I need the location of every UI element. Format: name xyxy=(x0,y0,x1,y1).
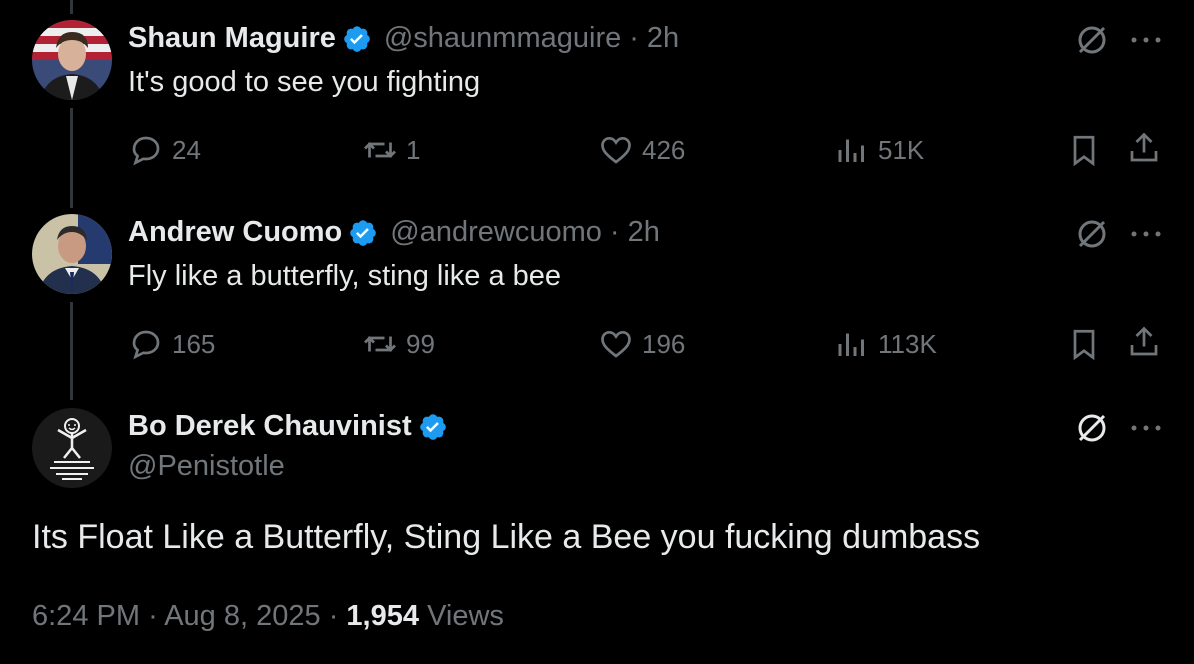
views-count: 113K xyxy=(878,328,937,359)
display-name[interactable]: Shaun Maguire xyxy=(128,22,336,55)
repost-icon xyxy=(364,336,396,352)
bookmark-icon[interactable] xyxy=(1066,326,1102,362)
grok-icon[interactable] xyxy=(1074,216,1110,252)
reply-header: Shaun Maguire @shaunmmaguire · 2h xyxy=(128,22,679,55)
reply-count: 24 xyxy=(172,134,201,165)
post-date[interactable]: Aug 8, 2025 xyxy=(164,600,320,632)
views-count: 1,954 xyxy=(346,600,419,632)
repost-count: 99 xyxy=(406,328,435,359)
reply-text: Fly like a butterfly, sting like a bee xyxy=(128,260,562,292)
like-button[interactable]: 196 xyxy=(598,326,685,362)
post-time[interactable]: 6:24 PM xyxy=(32,600,140,632)
handle[interactable]: @Penistotle xyxy=(128,450,285,483)
timestamp[interactable]: 2h xyxy=(628,216,660,249)
views-label: Views xyxy=(427,600,504,632)
post-meta: 6:24 PM · Aug 8, 2025 · 1,954 Views xyxy=(32,600,504,633)
handle[interactable]: @andrewcuomo xyxy=(390,216,602,249)
reply-icon xyxy=(132,330,160,360)
timestamp[interactable]: 2h xyxy=(647,22,679,55)
separator-dot: · xyxy=(328,600,339,632)
avatar[interactable] xyxy=(32,214,112,294)
reply-header: Andrew Cuomo @andrewcuomo · 2h xyxy=(128,216,660,249)
verified-badge-icon xyxy=(344,25,370,52)
grok-icon[interactable] xyxy=(1074,410,1110,446)
reply-count: 165 xyxy=(172,328,216,359)
views-button[interactable]: 113K xyxy=(834,326,937,362)
thread-line-1 xyxy=(70,108,73,208)
separator-dot: · xyxy=(148,600,158,632)
handle[interactable]: @shaunmmaguire xyxy=(384,22,621,55)
share-icon[interactable] xyxy=(1126,324,1162,360)
reply-icon xyxy=(132,136,160,166)
display-name[interactable]: Bo Derek Chauvinist xyxy=(128,410,412,443)
views-icon xyxy=(838,139,864,162)
like-count: 426 xyxy=(642,134,686,165)
views-button[interactable]: 51K xyxy=(834,132,924,168)
reply-text: It's good to see you fighting xyxy=(128,66,481,98)
repost-count: 1 xyxy=(406,134,421,165)
post-text: Its Float Like a Butterfly, Sting Like a… xyxy=(32,518,981,556)
repost-button[interactable]: 99 xyxy=(362,326,435,362)
repost-icon xyxy=(364,142,396,158)
like-icon xyxy=(601,330,631,358)
separator-dot: · xyxy=(609,216,620,248)
post-header: Bo Derek Chauvinist xyxy=(128,410,448,443)
views-icon xyxy=(838,333,864,356)
repost-button[interactable]: 1 xyxy=(362,132,420,168)
reply-button[interactable]: 165 xyxy=(128,326,215,362)
display-name[interactable]: Andrew Cuomo xyxy=(128,216,342,249)
thread-line-top xyxy=(70,0,73,14)
bookmark-icon[interactable] xyxy=(1066,132,1102,168)
avatar[interactable] xyxy=(32,408,112,488)
more-icon[interactable] xyxy=(1128,34,1164,46)
share-icon[interactable] xyxy=(1126,130,1162,166)
verified-badge-icon xyxy=(350,219,377,246)
views-count: 51K xyxy=(878,134,925,165)
like-count: 196 xyxy=(642,328,686,359)
thread-line-2 xyxy=(70,302,73,400)
more-icon[interactable] xyxy=(1128,422,1164,434)
reply-button[interactable]: 24 xyxy=(128,132,201,168)
separator-dot: · xyxy=(629,22,639,54)
verified-badge-icon xyxy=(419,413,446,440)
more-icon[interactable] xyxy=(1128,228,1164,240)
avatar[interactable] xyxy=(32,20,112,100)
like-button[interactable]: 426 xyxy=(598,132,685,168)
like-icon xyxy=(601,136,631,164)
grok-icon[interactable] xyxy=(1074,22,1110,58)
